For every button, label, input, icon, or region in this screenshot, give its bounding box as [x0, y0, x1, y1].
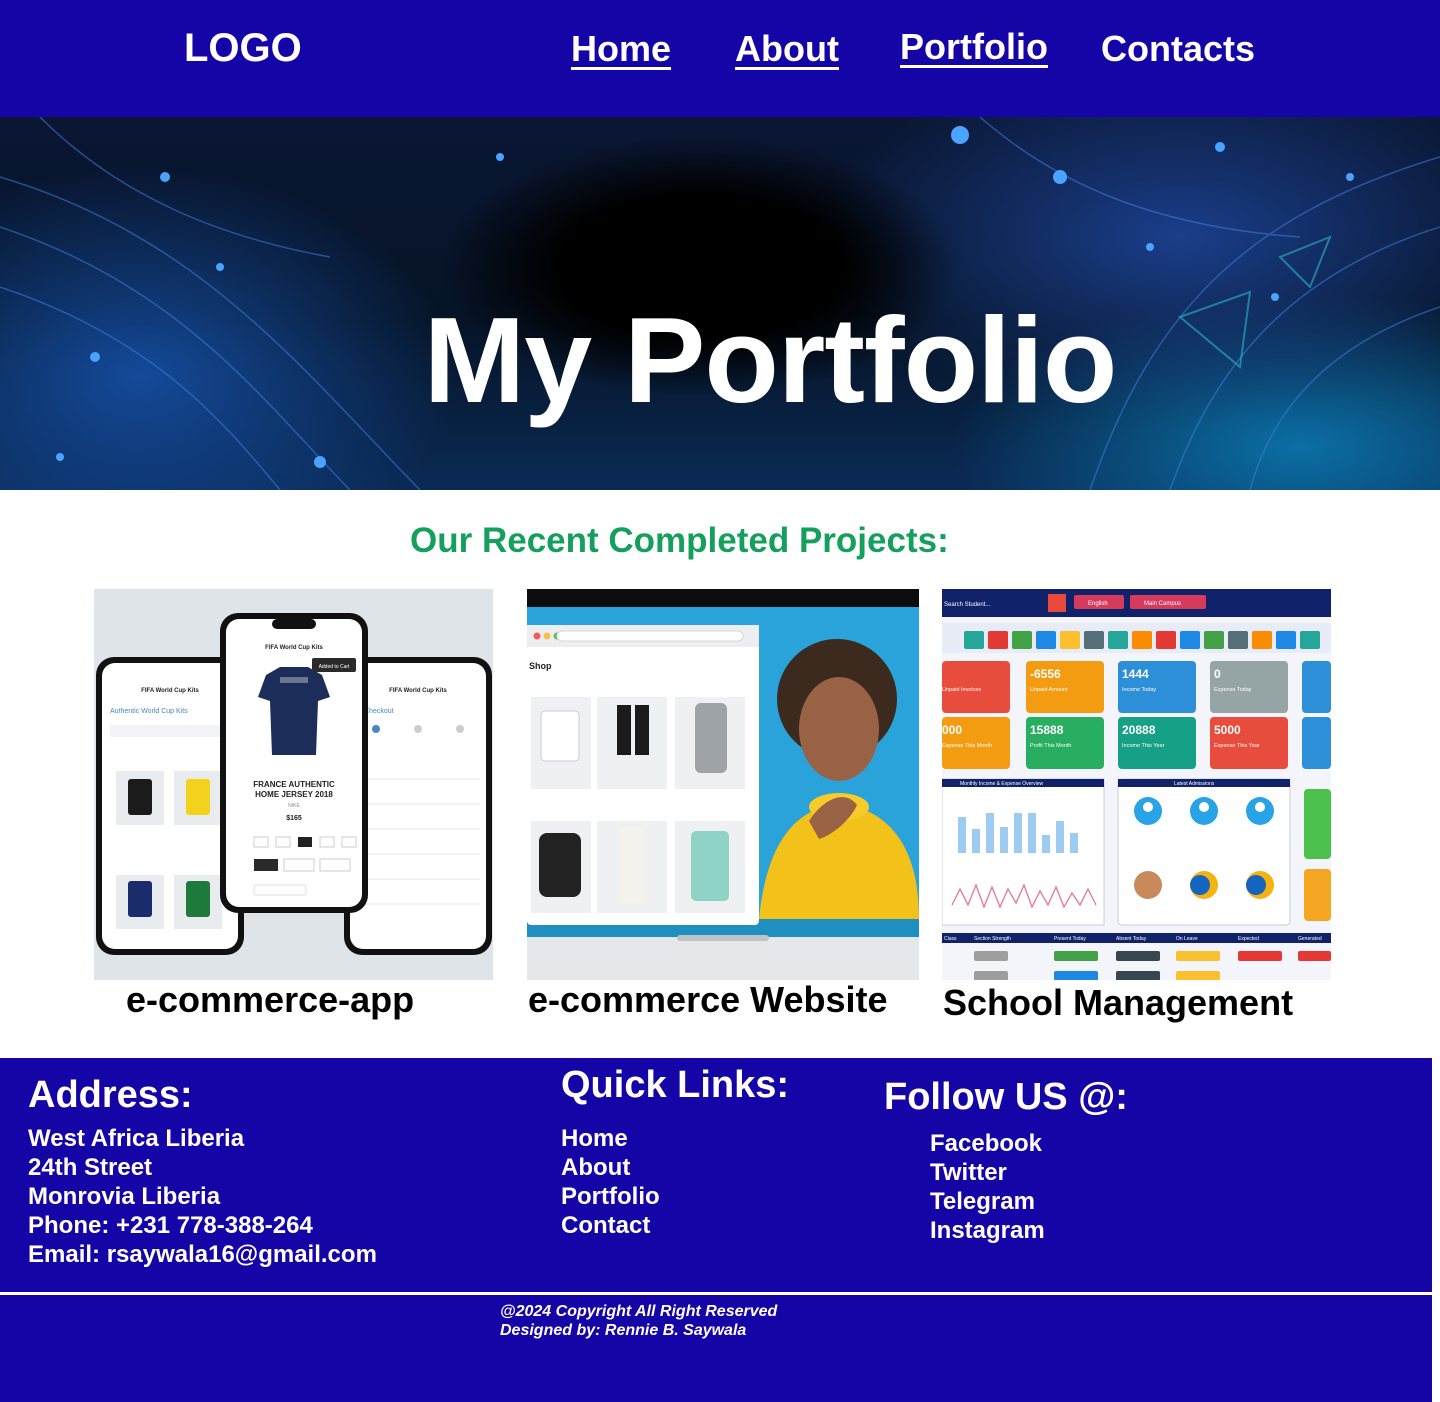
phones-mockup: FIFA World Cup Kits Authentic World Cup … [96, 613, 492, 955]
project-caption-ecommerce-website: e-commerce Website [528, 979, 888, 1020]
svg-text:Profit This Month: Profit This Month [1030, 743, 1071, 749]
social-link-twitter[interactable]: Twitter [930, 1158, 1007, 1187]
laptop-mockup: Shop [527, 589, 919, 980]
address-line: Monrovia Liberia [28, 1183, 221, 1210]
svg-text:Generated: Generated [1298, 936, 1322, 942]
social-link-telegram[interactable]: Telegram [930, 1187, 1035, 1216]
svg-text:HOME JERSEY 2018: HOME JERSEY 2018 [255, 790, 333, 799]
svg-text:Unpaid Amount: Unpaid Amount [1030, 687, 1068, 693]
nav-link-portfolio[interactable]: Portfolio [900, 26, 1048, 68]
shop-label: Shop [529, 661, 552, 671]
project-image-ecommerce-app[interactable]: FIFA World Cup Kits Authentic World Cup … [94, 589, 493, 980]
quick-links-heading: Quick Links: [561, 1064, 790, 1106]
project-image-ecommerce-website[interactable]: Shop [527, 589, 919, 980]
social-link-instagram[interactable]: Instagram [930, 1216, 1045, 1245]
svg-text:5000: 5000 [1214, 723, 1241, 737]
svg-text:Section Strength: Section Strength [974, 936, 1011, 942]
nav-link-about[interactable]: About [735, 28, 839, 70]
svg-text:15888: 15888 [1030, 723, 1064, 737]
nav-link-home[interactable]: Home [571, 28, 671, 70]
svg-text:-6556: -6556 [1030, 667, 1061, 681]
svg-text:Expense This Month: Expense This Month [942, 743, 992, 749]
address-line: West Africa Liberia [28, 1125, 245, 1152]
navbar: LOGO Home About Portfolio Contacts [0, 0, 1440, 117]
footer-link-home[interactable]: Home [561, 1124, 628, 1153]
copyright-text: @2024 Copyright All Right Reserved [500, 1303, 778, 1320]
svg-text:FIFA World Cup Kits: FIFA World Cup Kits [389, 688, 447, 694]
footer: Address: West Africa Liberia 24th Street… [0, 1058, 1432, 1402]
svg-text:NIKE: NIKE [288, 803, 300, 809]
footer-link-about[interactable]: About [561, 1153, 630, 1182]
logo[interactable]: LOGO [184, 26, 302, 71]
svg-text:1444: 1444 [1122, 667, 1149, 681]
dashboard-mockup: Search Student... English Main Campus -6… [942, 589, 1331, 980]
svg-text:Income Today: Income Today [1122, 687, 1156, 693]
svg-text:Unpaid Invoices: Unpaid Invoices [942, 687, 981, 693]
svg-text:Search Student...: Search Student... [944, 602, 991, 608]
hero-banner: My Portfolio [0, 117, 1440, 490]
social-link-facebook[interactable]: Facebook [930, 1129, 1042, 1158]
designer-credit: Designed by: Rennie B. Saywala [500, 1322, 747, 1339]
project-caption-school-management: School Management [943, 982, 1294, 1023]
svg-text:Latest Admissions: Latest Admissions [1174, 781, 1215, 787]
svg-text:Authentic World Cup Kits: Authentic World Cup Kits [110, 708, 188, 715]
svg-text:Added to Cart: Added to Cart [319, 664, 350, 670]
svg-text:Expense Today: Expense Today [1214, 687, 1252, 693]
projects-heading: Our Recent Completed Projects: [410, 521, 949, 560]
svg-text:Main Campus: Main Campus [1144, 601, 1181, 607]
footer-link-portfolio[interactable]: Portfolio [561, 1182, 660, 1211]
project-caption-ecommerce-app: e-commerce-app [126, 979, 415, 1020]
hero-title: My Portfolio [423, 292, 1118, 428]
address-line: 24th Street [28, 1154, 153, 1181]
svg-text:20888: 20888 [1122, 723, 1156, 737]
footer-divider [0, 1292, 1432, 1295]
svg-text:$165: $165 [286, 815, 302, 822]
address-heading: Address: [28, 1074, 193, 1116]
project-image-school-management[interactable]: Search Student... English Main Campus -6… [942, 589, 1331, 980]
svg-text:Class: Class [944, 936, 957, 942]
svg-text:Expected: Expected [1238, 936, 1259, 942]
svg-text:Monthly Income & Expense Overv: Monthly Income & Expense Overview [960, 781, 1043, 787]
footer-link-contact[interactable]: Contact [561, 1211, 650, 1240]
svg-text:Checkout: Checkout [364, 708, 394, 715]
follow-heading: Follow US @: [884, 1076, 1128, 1118]
svg-text:Present Today: Present Today [1054, 936, 1086, 942]
svg-text:Income This Year: Income This Year [1122, 743, 1165, 749]
svg-text:000: 000 [942, 723, 962, 737]
svg-text:English: English [1088, 601, 1108, 607]
svg-text:FRANCE AUTHENTIC: FRANCE AUTHENTIC [253, 780, 335, 789]
svg-text:Expense This Year: Expense This Year [1214, 743, 1260, 749]
svg-text:FIFA World Cup Kits: FIFA World Cup Kits [265, 645, 323, 651]
phone-line: Phone: +231 778-388-264 [28, 1212, 313, 1239]
svg-text:0: 0 [1214, 667, 1221, 681]
svg-text:FIFA World Cup Kits: FIFA World Cup Kits [141, 688, 199, 694]
nav-link-contacts[interactable]: Contacts [1101, 28, 1255, 70]
svg-text:Absent Today: Absent Today [1116, 936, 1147, 942]
email-line[interactable]: Email: rsaywala16@gmail.com [28, 1240, 377, 1269]
svg-text:On Leave: On Leave [1176, 936, 1198, 942]
